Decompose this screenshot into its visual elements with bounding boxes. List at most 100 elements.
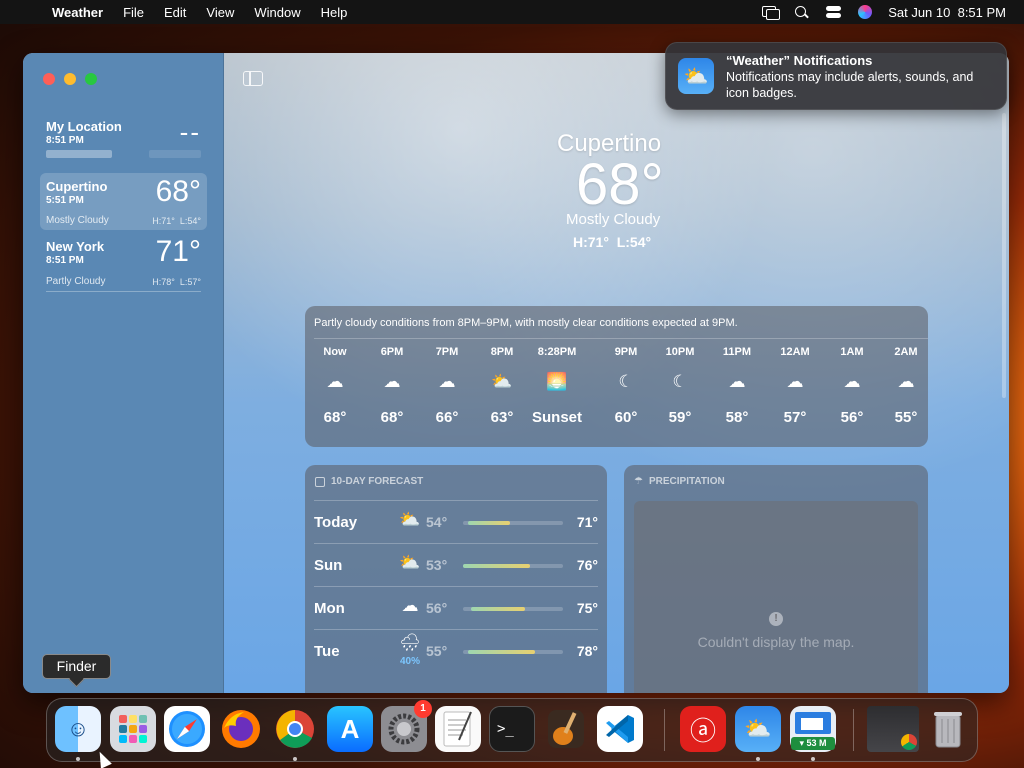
forecast-row[interactable]: Today ⛅ 54° 71° — [314, 500, 598, 543]
calendar-icon — [315, 476, 325, 487]
settings-icon[interactable]: 1 — [381, 700, 432, 752]
chrome-icon[interactable] — [272, 706, 318, 752]
cloud-icon: ☁ — [438, 372, 456, 391]
dock-tooltip: Finder — [42, 654, 111, 679]
hour-temp: 56° — [840, 409, 864, 426]
partly-cloudy-sun-icon: ⛅ — [399, 553, 421, 572]
vscode-icon[interactable] — [597, 706, 643, 752]
notification-badge: 1 — [414, 700, 432, 718]
notification-title: “Weather” Notifications — [726, 53, 873, 68]
hour-temp: 59° — [668, 409, 692, 426]
info-icon: ! — [769, 612, 783, 626]
location-card-new-york[interactable]: New York 8:51 PM 71° Partly Cloudy H:78°… — [40, 233, 207, 292]
rain-cloud-icon: 🌧 — [399, 633, 421, 652]
loading-placeholder — [46, 150, 112, 158]
menu-window[interactable]: Window — [244, 5, 310, 20]
memory-monitor-icon[interactable]: ▾ 53 M — [790, 706, 836, 752]
control-center-icon[interactable] — [826, 5, 842, 19]
menu-file[interactable]: File — [113, 5, 154, 20]
hour-label: 8PM — [490, 346, 514, 358]
menu-view[interactable]: View — [196, 5, 244, 20]
screen-mirroring-icon[interactable] — [762, 5, 781, 20]
menu-clock[interactable]: Sat Jun 10 8:51 PM — [888, 5, 1006, 20]
forecast-row[interactable]: Sun ⛅ 53° 76° — [314, 543, 598, 586]
hour-label: 6PM — [380, 346, 404, 358]
hour-column: 8:28PM 🌅 Sunset — [527, 346, 587, 426]
spotlight-search-icon[interactable] — [794, 5, 810, 19]
hour-temp: 66° — [435, 409, 459, 426]
app-store-icon[interactable]: A — [327, 706, 373, 752]
hour-temp: 60° — [614, 409, 638, 426]
siri-icon[interactable] — [858, 5, 873, 19]
forecast-row[interactable]: Tue 🌧 40% 55° 78° — [314, 629, 598, 672]
menu-edit[interactable]: Edit — [154, 5, 196, 20]
textedit-icon[interactable] — [435, 706, 481, 752]
minimize-button[interactable] — [64, 73, 76, 85]
hour-label: 9PM — [614, 346, 638, 358]
window-controls — [43, 73, 97, 85]
scrollbar[interactable] — [1002, 113, 1006, 398]
cloud-icon: ☁ — [401, 596, 419, 615]
precipitation-card[interactable]: ☂ PRECIPITATION ! Couldn't display the m… — [624, 465, 928, 693]
downloads-stack-icon[interactable] — [867, 706, 919, 752]
dock-divider — [664, 709, 665, 751]
hour-label: 2AM — [894, 346, 918, 358]
location-temp: -- — [179, 117, 201, 147]
close-button[interactable] — [43, 73, 55, 85]
ten-day-forecast-card[interactable]: 10-DAY FORECAST Today ⛅ 54° 71° Sun ⛅ 53° 76° Mo… — [305, 465, 607, 693]
hour-column: 6PM ☁ 68° — [362, 346, 422, 426]
hour-column: 7PM ☁ 66° — [417, 346, 477, 426]
hour-label: 10PM — [665, 346, 695, 358]
hourly-summary: Partly cloudy conditions from 8PM–9PM, w… — [314, 317, 738, 329]
weather-window: My Location 8:51 PM -- Cupertino 5:51 PM… — [23, 53, 1009, 693]
hour-temp: Sunset — [531, 409, 582, 426]
finder-icon[interactable]: ☺ — [55, 706, 101, 752]
location-card-cupertino[interactable]: Cupertino 5:51 PM 68° Mostly Cloudy H:71… — [40, 173, 207, 230]
hour-column: 12AM ☁ 57° — [765, 346, 825, 426]
hour-label: 7PM — [435, 346, 459, 358]
launchpad-icon[interactable] — [110, 706, 156, 752]
garageband-icon[interactable] — [543, 706, 589, 752]
menu-app-name[interactable]: Weather — [44, 5, 113, 20]
weather-app-icon: ⛅ — [678, 58, 714, 94]
acrobat-icon[interactable]: ⓐ — [680, 706, 726, 752]
location-name: My Location — [46, 119, 122, 134]
temp-range-fill — [468, 650, 535, 654]
location-temp: 71° — [155, 235, 201, 268]
hour-column: 9PM ☾ 60° — [596, 346, 656, 426]
day-low: 56° — [426, 600, 448, 616]
precip-chance: 40% — [399, 656, 420, 667]
hour-temp: 58° — [725, 409, 749, 426]
terminal-icon[interactable]: >_ — [489, 706, 535, 752]
cloud-icon: ☁ — [897, 372, 915, 391]
zoom-button[interactable] — [85, 73, 97, 85]
location-name: Cupertino — [46, 179, 108, 194]
weather-icon[interactable]: ⛅ — [735, 706, 781, 752]
hour-temp: 68° — [380, 409, 404, 426]
day-low: 54° — [426, 514, 448, 530]
dock-divider — [853, 709, 854, 751]
map-error-message: Couldn't display the map. — [697, 634, 855, 650]
location-condition: Mostly Cloudy — [46, 215, 109, 226]
day-high: 71° — [576, 514, 598, 530]
notification-banner[interactable]: ⛅ “Weather” Notifications Notifications … — [665, 42, 1007, 110]
day-name: Today — [314, 514, 358, 531]
hour-label: 8:28PM — [537, 346, 577, 358]
divider — [314, 338, 928, 339]
sidebar-toggle-icon[interactable] — [243, 71, 263, 86]
hour-column: Now ☁ 68° — [305, 346, 365, 426]
hour-label: Now — [323, 346, 347, 358]
temp-range-fill — [468, 521, 510, 525]
location-card-my-location[interactable]: My Location 8:51 PM -- — [40, 113, 207, 170]
hour-temp: 55° — [894, 409, 918, 426]
trash-icon[interactable] — [925, 706, 971, 752]
precipitation-map[interactable]: ! Couldn't display the map. — [634, 501, 918, 693]
hour-column: 8PM ⛅ 63° — [472, 346, 532, 426]
menu-help[interactable]: Help — [311, 5, 358, 20]
ten-day-title: 10-DAY FORECAST — [331, 476, 424, 487]
hourly-forecast-card[interactable]: Partly cloudy conditions from 8PM–9PM, w… — [305, 306, 928, 447]
firefox-icon[interactable] — [218, 706, 264, 752]
safari-icon[interactable] — [164, 706, 210, 752]
forecast-row[interactable]: Mon ☁ 56° 75° — [314, 586, 598, 629]
running-indicator — [76, 757, 80, 761]
